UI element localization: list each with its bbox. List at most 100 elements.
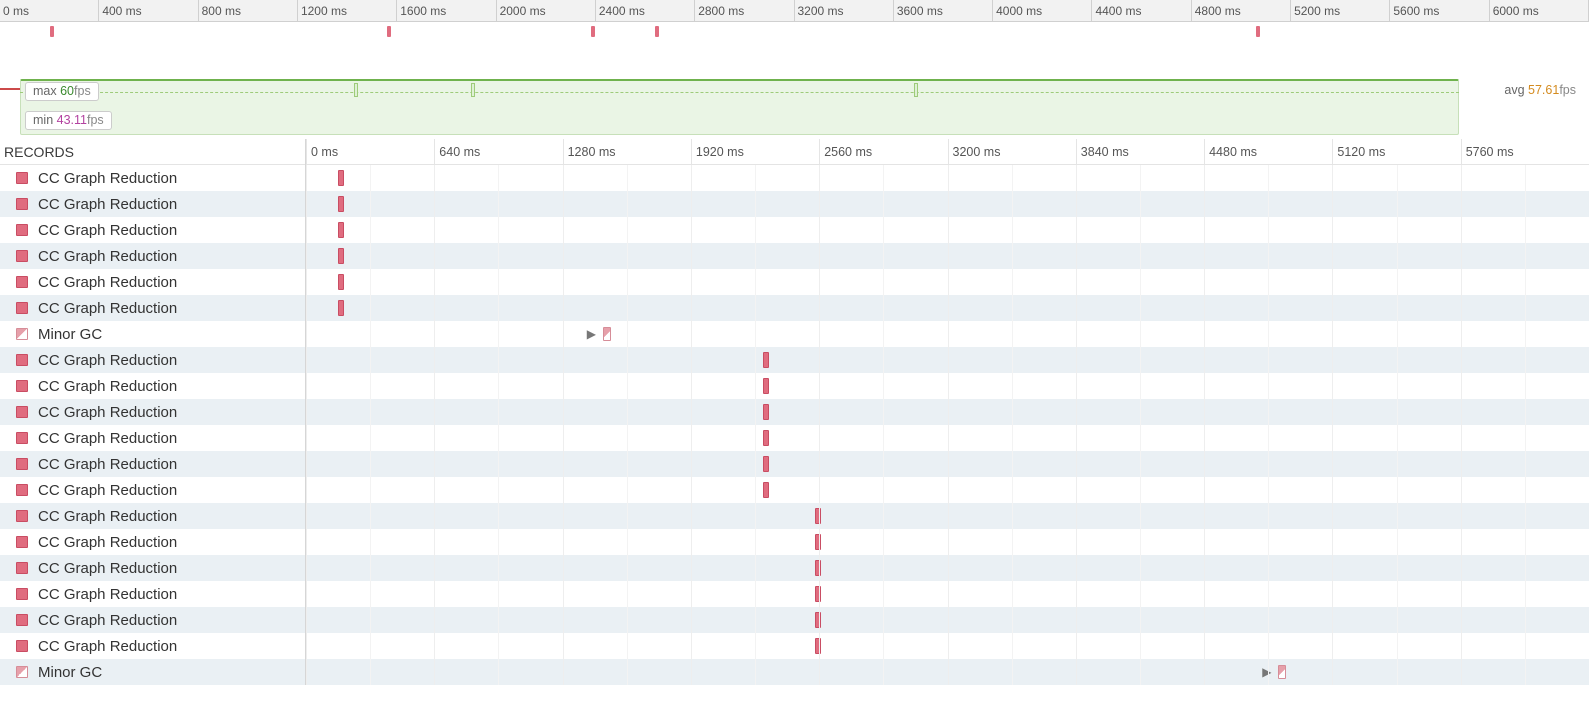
record-row-label[interactable]: CC Graph Reduction [0, 243, 305, 269]
record-row-label[interactable]: CC Graph Reduction [0, 165, 305, 191]
overview-marker[interactable] [655, 26, 659, 37]
record-track[interactable] [306, 425, 1589, 451]
record-block[interactable] [338, 248, 344, 264]
cc-swatch [16, 614, 28, 626]
record-row-text: CC Graph Reduction [38, 352, 177, 369]
record-row-text: CC Graph Reduction [38, 508, 177, 525]
record-row-label[interactable]: CC Graph Reduction [0, 269, 305, 295]
fps-unit: fps [1559, 83, 1576, 97]
record-row-label[interactable]: CC Graph Reduction [0, 425, 305, 451]
expand-arrow-icon[interactable]: ▶ [1262, 665, 1271, 679]
record-track[interactable] [306, 607, 1589, 633]
expand-arrow-icon[interactable]: ▶ [587, 327, 596, 341]
record-block[interactable] [763, 404, 769, 420]
record-row-label[interactable]: CC Graph Reduction [0, 347, 305, 373]
record-block[interactable] [815, 560, 821, 576]
record-track[interactable] [306, 555, 1589, 581]
overview-tick: 6000 ms [1490, 0, 1589, 21]
record-block[interactable] [763, 482, 769, 498]
fps-graph[interactable] [20, 79, 1459, 135]
record-row-label[interactable]: Minor GC [0, 321, 305, 347]
record-block[interactable] [338, 222, 344, 238]
record-row-label[interactable]: CC Graph Reduction [0, 373, 305, 399]
record-block[interactable] [1278, 665, 1286, 679]
fps-min-pill: min 43.11fps [25, 111, 112, 130]
record-row-label[interactable]: CC Graph Reduction [0, 633, 305, 659]
record-row-text: CC Graph Reduction [38, 248, 177, 265]
overview-marker[interactable] [591, 26, 595, 37]
record-row-text: CC Graph Reduction [38, 430, 177, 447]
overview-panel[interactable]: 0 ms400 ms800 ms1200 ms1600 ms2000 ms240… [0, 0, 1589, 75]
overview-tick: 4000 ms [993, 0, 1092, 21]
record-track[interactable] [306, 191, 1589, 217]
record-track[interactable] [306, 477, 1589, 503]
record-track[interactable] [306, 503, 1589, 529]
record-track[interactable] [306, 373, 1589, 399]
record-track[interactable] [306, 451, 1589, 477]
record-track[interactable] [306, 243, 1589, 269]
record-row-label[interactable]: CC Graph Reduction [0, 581, 305, 607]
cc-swatch [16, 432, 28, 444]
record-track[interactable] [306, 399, 1589, 425]
overview-marker[interactable] [1256, 26, 1260, 37]
record-block[interactable] [763, 430, 769, 446]
record-block[interactable] [815, 508, 821, 524]
fps-min-value: 43.11 [57, 113, 87, 127]
record-track[interactable] [306, 581, 1589, 607]
record-track[interactable] [306, 529, 1589, 555]
overview-tick: 3200 ms [795, 0, 894, 21]
record-row-label[interactable]: CC Graph Reduction [0, 451, 305, 477]
overview-marker[interactable] [50, 26, 54, 37]
record-block[interactable] [815, 612, 821, 628]
fps-panel: max 60fps min 43.11fps avg 57.61fps [0, 75, 1589, 139]
record-row-label[interactable]: CC Graph Reduction [0, 607, 305, 633]
record-block[interactable] [338, 300, 344, 316]
fps-dashed-line [20, 92, 1459, 93]
record-block[interactable] [338, 196, 344, 212]
record-row-label[interactable]: CC Graph Reduction [0, 477, 305, 503]
overview-tick: 0 ms [0, 0, 99, 21]
record-block[interactable] [763, 352, 769, 368]
record-row-label[interactable]: CC Graph Reduction [0, 217, 305, 243]
cc-swatch [16, 562, 28, 574]
record-block[interactable] [338, 274, 344, 290]
record-track[interactable] [306, 633, 1589, 659]
record-track[interactable] [306, 269, 1589, 295]
record-row-text: Minor GC [38, 664, 102, 681]
overview-tick: 800 ms [199, 0, 298, 21]
record-row-text: CC Graph Reduction [38, 586, 177, 603]
record-block[interactable] [338, 170, 344, 186]
record-row-label[interactable]: CC Graph Reduction [0, 191, 305, 217]
record-row-label[interactable]: CC Graph Reduction [0, 555, 305, 581]
records-sidebar: RECORDS CC Graph ReductionCC Graph Reduc… [0, 139, 306, 685]
record-block[interactable] [763, 456, 769, 472]
fps-avg-label: avg [1504, 83, 1524, 97]
record-row-label[interactable]: CC Graph Reduction [0, 503, 305, 529]
record-block[interactable] [815, 586, 821, 602]
record-block[interactable] [815, 638, 821, 654]
record-track[interactable] [306, 165, 1589, 191]
overview-ruler[interactable]: 0 ms400 ms800 ms1200 ms1600 ms2000 ms240… [0, 0, 1589, 22]
record-row-label[interactable]: CC Graph Reduction [0, 295, 305, 321]
fps-unit: fps [87, 113, 104, 127]
record-track[interactable]: ▶ [306, 321, 1589, 347]
record-row-text: CC Graph Reduction [38, 560, 177, 577]
records-main[interactable]: 0 ms640 ms1280 ms1920 ms2560 ms3200 ms38… [306, 139, 1589, 685]
cc-swatch [16, 380, 28, 392]
overview-marker[interactable] [387, 26, 391, 37]
record-track[interactable] [306, 347, 1589, 373]
record-track[interactable]: ▶ [306, 659, 1589, 685]
record-block[interactable] [603, 327, 611, 341]
record-row-label[interactable]: Minor GC [0, 659, 305, 685]
record-track[interactable] [306, 295, 1589, 321]
records-ruler[interactable]: 0 ms640 ms1280 ms1920 ms2560 ms3200 ms38… [306, 139, 1589, 165]
record-block[interactable] [815, 534, 821, 550]
record-row-label[interactable]: CC Graph Reduction [0, 529, 305, 555]
overview-track[interactable] [0, 22, 1589, 75]
cc-swatch [16, 640, 28, 652]
record-track[interactable] [306, 217, 1589, 243]
records-tick: 3840 ms [1076, 139, 1129, 164]
overview-tick: 2000 ms [497, 0, 596, 21]
record-block[interactable] [763, 378, 769, 394]
record-row-label[interactable]: CC Graph Reduction [0, 399, 305, 425]
